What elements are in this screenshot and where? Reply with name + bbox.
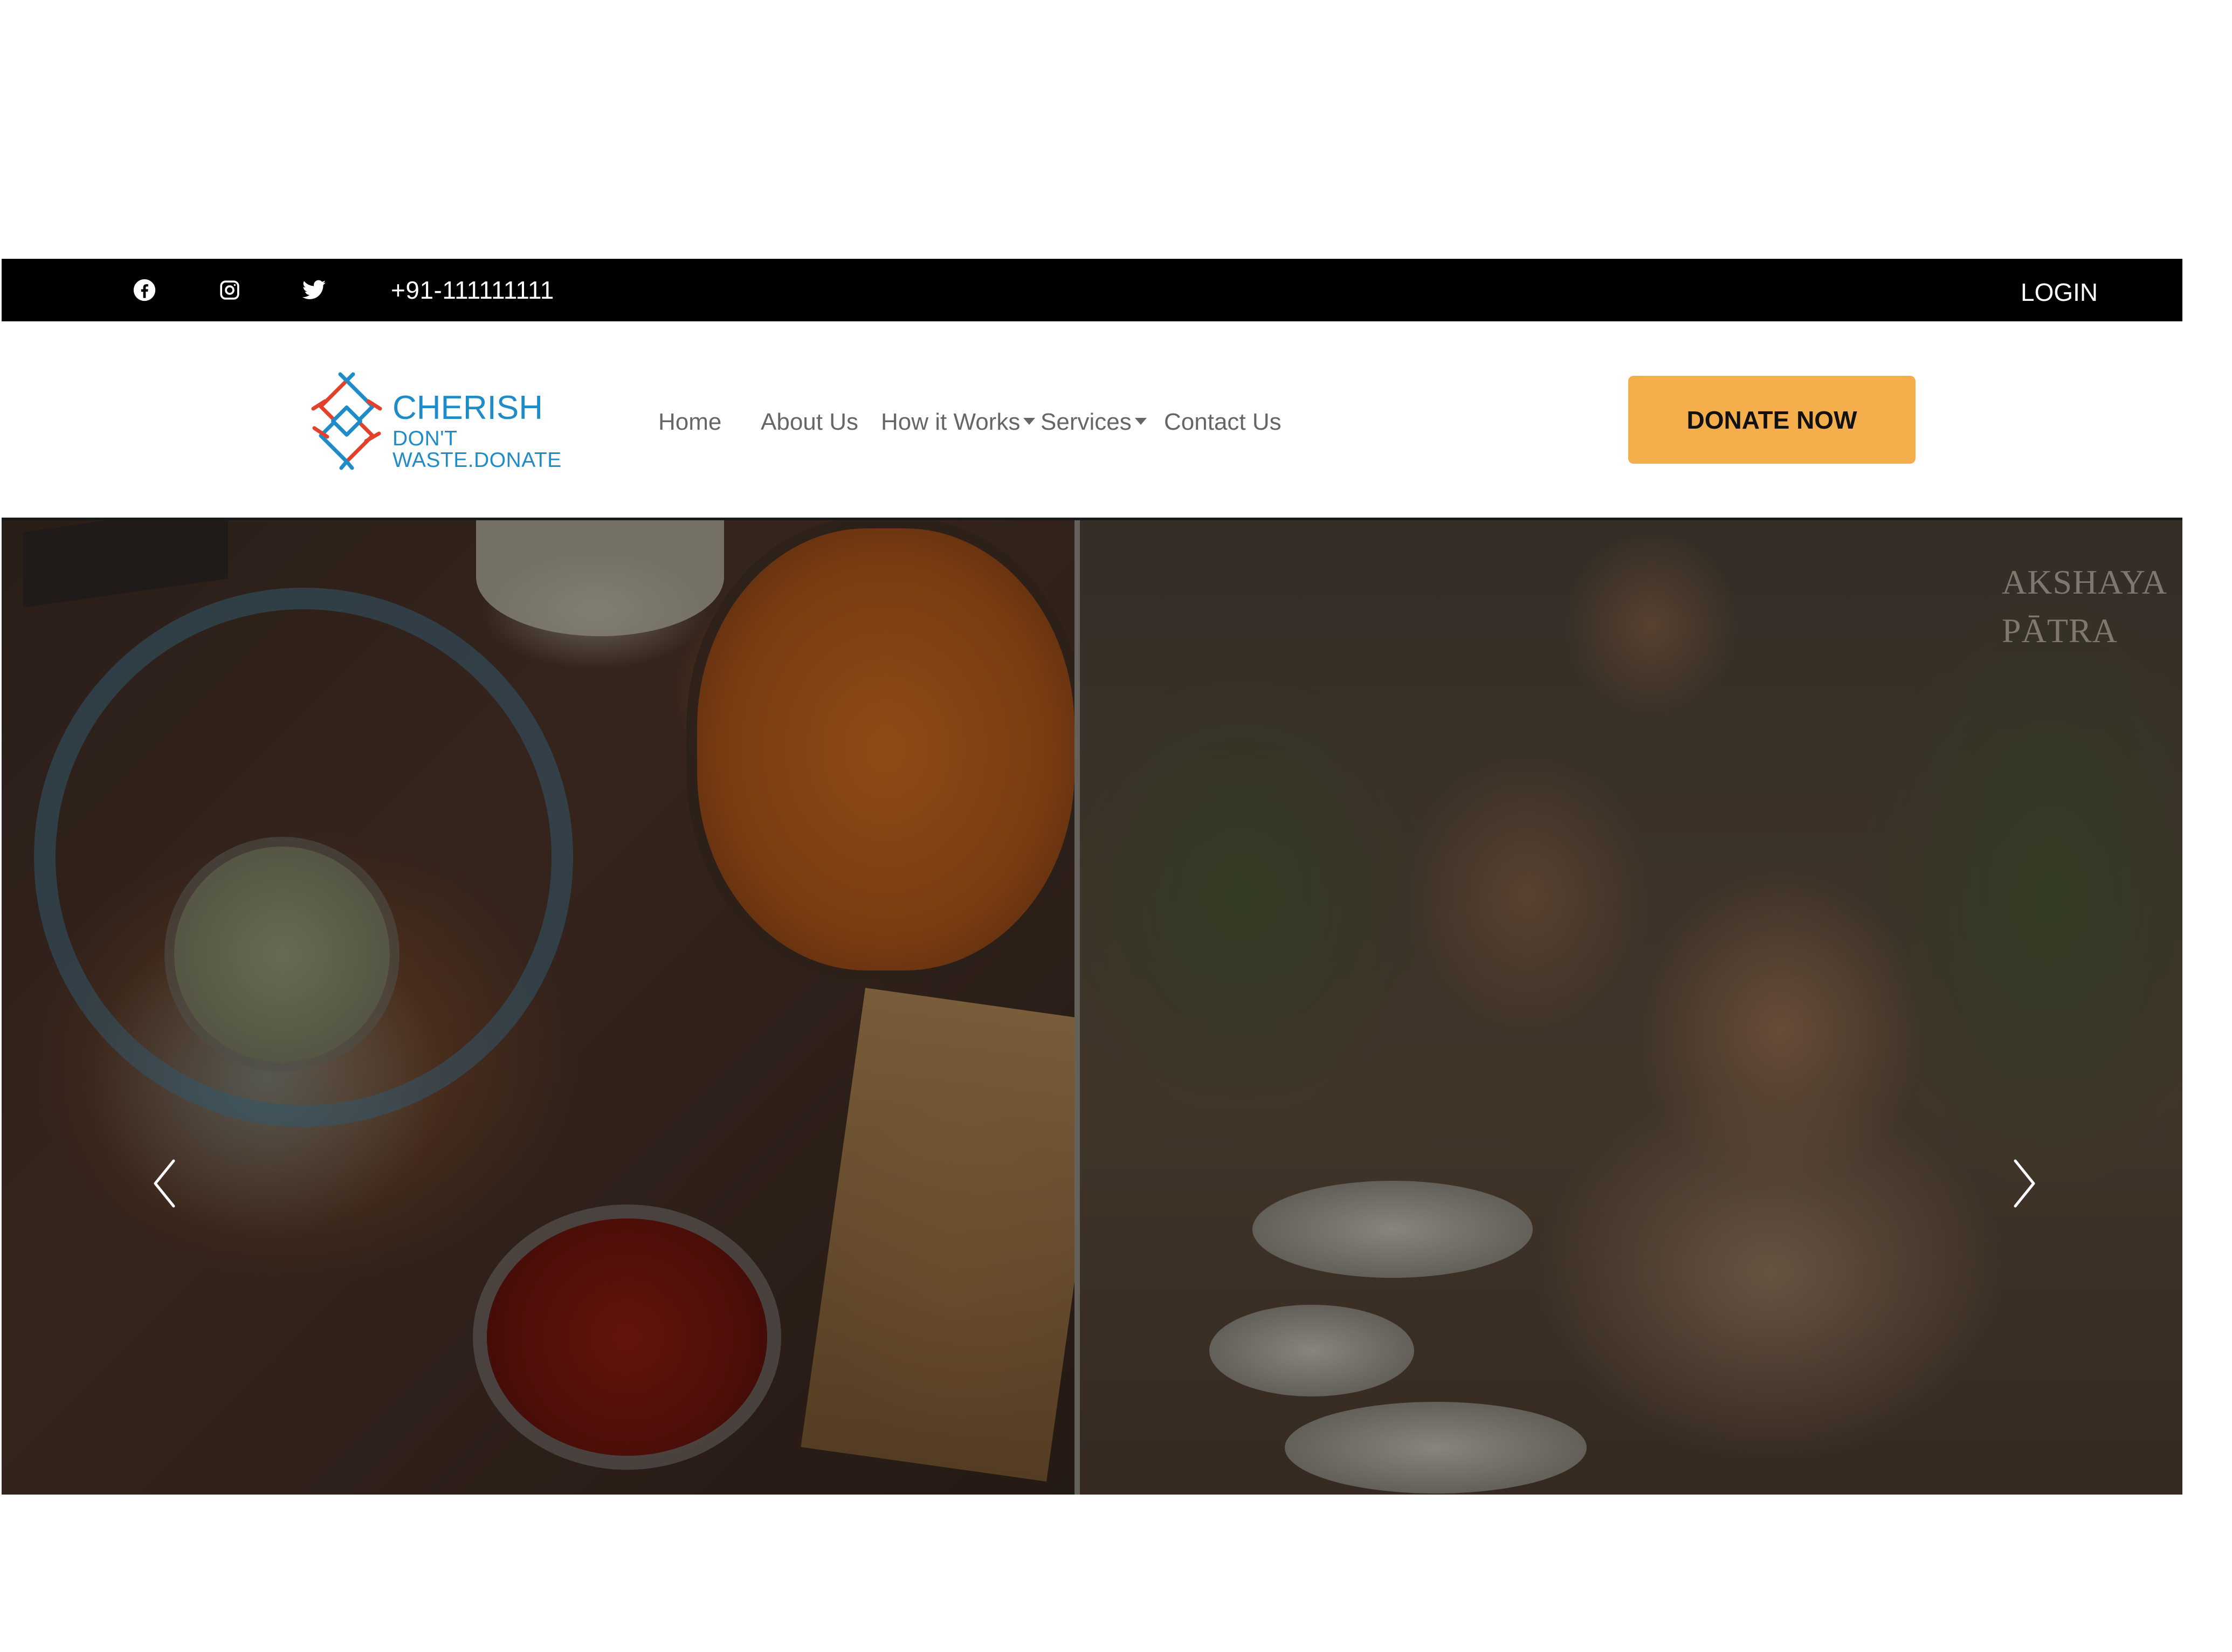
page: +91-111111111 LOGIN CHERISH DON'T WASTE.… — [0, 0, 2232, 1652]
logo[interactable]: CHERISH DON'T WASTE.DONATE — [304, 370, 595, 472]
facebook-icon[interactable] — [126, 259, 163, 321]
navbar: CHERISH DON'T WASTE.DONATE Home About Us… — [2, 321, 2182, 518]
chevron-left-icon — [154, 1159, 175, 1208]
nav-how-it-works[interactable]: How it Works — [881, 321, 1036, 518]
login-link[interactable]: LOGIN — [2021, 259, 2098, 321]
chevron-right-icon — [2014, 1159, 2035, 1208]
brand-name: CHERISH — [392, 389, 543, 426]
nav-about-us[interactable]: About Us — [761, 321, 858, 518]
donate-now-button[interactable]: DONATE NOW — [1628, 376, 1916, 464]
twitter-icon[interactable] — [295, 259, 333, 321]
nav-home-label: Home — [658, 409, 722, 435]
top-bar: +91-111111111 LOGIN — [2, 259, 2182, 321]
hero-top-border — [2, 518, 2182, 520]
carousel-prev-button[interactable] — [143, 1151, 186, 1216]
nav-how-it-works-label: How it Works — [881, 409, 1021, 435]
nav-services[interactable]: Services — [1041, 321, 1147, 518]
brand-tagline: DON'T WASTE.DONATE — [392, 427, 562, 472]
nav-contact-us-label: Contact Us — [1164, 409, 1282, 435]
phone-number: +91-111111111 — [391, 276, 554, 304]
hero-carousel: AKSHAYA PĀTRA — [2, 518, 2182, 1495]
nav-home[interactable]: Home — [658, 321, 721, 518]
nav-about-us-label: About Us — [761, 409, 858, 435]
nav-services-label: Services — [1041, 409, 1132, 435]
carousel-next-button[interactable] — [2003, 1151, 2046, 1216]
hero-overlay — [2, 518, 2182, 1495]
nav-contact-us[interactable]: Contact Us — [1164, 321, 1282, 518]
caret-down-icon — [1023, 417, 1036, 425]
caret-down-icon — [1134, 417, 1147, 425]
instagram-icon[interactable] — [211, 259, 249, 321]
logo-mark-icon — [311, 372, 382, 470]
